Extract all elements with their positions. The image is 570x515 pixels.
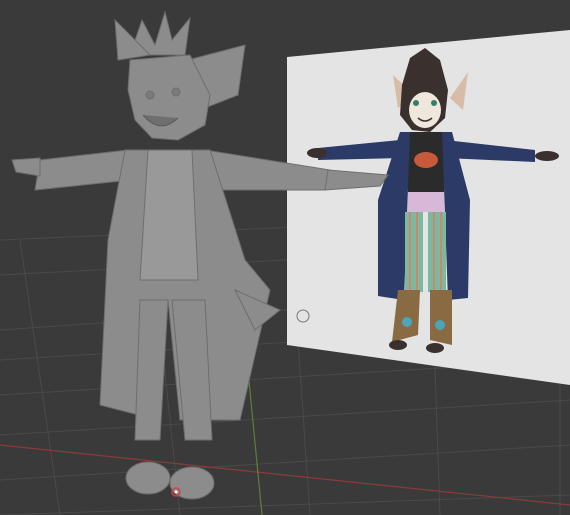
3d-viewport[interactable] bbox=[0, 0, 570, 515]
reference-right-boot bbox=[430, 290, 452, 345]
sculpt-shirt bbox=[139, 149, 199, 281]
reference-right-hand bbox=[535, 151, 559, 161]
reference-right-leg bbox=[428, 212, 446, 292]
reference-image-plane[interactable] bbox=[287, 30, 570, 385]
reference-logo bbox=[290, 305, 316, 343]
sculpt-left-foot bbox=[125, 461, 171, 495]
reference-left-hand bbox=[307, 148, 327, 158]
viewport-scene bbox=[0, 0, 570, 515]
reference-left-leg bbox=[405, 212, 423, 292]
reference-muzzle bbox=[409, 92, 441, 128]
sculpt-right-foot bbox=[169, 466, 215, 500]
